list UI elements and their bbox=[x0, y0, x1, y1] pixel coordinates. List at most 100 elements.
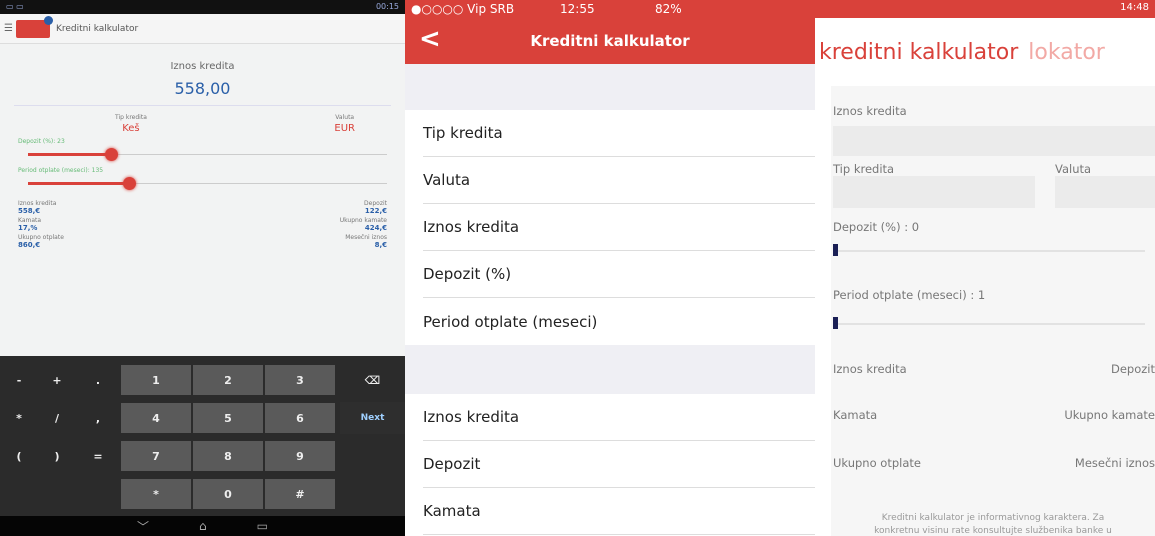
period-slider[interactable] bbox=[28, 176, 387, 190]
back-nav-icon[interactable]: ﹀ bbox=[137, 518, 149, 535]
app-bar: ☰ Kreditni kalkulator bbox=[0, 14, 405, 44]
windows-phone-screen: 14:48 kreditni kalkulator lokator Iznos … bbox=[815, 0, 1155, 536]
result-label: Iznos kredita bbox=[833, 362, 907, 376]
section-gap bbox=[405, 64, 815, 110]
list-item[interactable]: Depozit (%) bbox=[423, 251, 815, 298]
result-value: 8,€ bbox=[374, 241, 387, 249]
list-item: Kamata bbox=[423, 488, 815, 535]
keyboard-key[interactable]: * bbox=[0, 402, 38, 434]
period-slider-thumb[interactable] bbox=[833, 317, 838, 329]
list-item-label: Depozit bbox=[423, 455, 481, 473]
currency-label: Valuta bbox=[335, 114, 355, 121]
results-block: Iznos kredita 558,€ Depozit 122,€ Kamata 17… bbox=[0, 198, 405, 249]
amount-label: Iznos kredita bbox=[170, 61, 235, 72]
numeric-keyboard: - +. 1 2 3 ⌫ * /, 4 5 6 Next() = 7 8 9 * 0 # bbox=[0, 356, 405, 516]
notification-icons: ▭ ▭ bbox=[6, 2, 24, 11]
keyboard-key[interactable]: + bbox=[38, 364, 76, 396]
battery-label: 82% bbox=[655, 2, 682, 16]
result-label: Ukupno kamate bbox=[339, 217, 387, 224]
keyboard-key[interactable]: . bbox=[76, 364, 120, 396]
keyboard-key[interactable]: # bbox=[264, 478, 336, 510]
keyboard-key[interactable]: ( bbox=[0, 440, 38, 472]
loan-type-value: Keš bbox=[122, 123, 140, 134]
currency-select[interactable]: Valuta EUR bbox=[334, 114, 355, 134]
keyboard-key[interactable]: 8 bbox=[192, 440, 264, 472]
slider-fill bbox=[28, 182, 129, 185]
recents-nav-icon[interactable]: ▭ bbox=[257, 519, 268, 533]
keyboard-key[interactable]: / bbox=[38, 402, 76, 434]
list-item: Depozit bbox=[423, 441, 815, 488]
period-label: Period otplate (meseci) : 1 bbox=[833, 288, 986, 302]
status-bar: 14:48 bbox=[815, 0, 1155, 18]
android-screen: ▭ ▭ 00:15 ☰ Kreditni kalkulator Iznos kr… bbox=[0, 0, 405, 536]
period-slider[interactable] bbox=[833, 323, 1145, 325]
loan-type-select[interactable] bbox=[833, 176, 1035, 208]
carrier-label: ●○○○○ Vip SRB bbox=[411, 2, 515, 16]
list-item-label: Iznos kredita bbox=[423, 408, 520, 426]
currency-value: EUR bbox=[334, 123, 355, 134]
menu-icon[interactable]: ☰ bbox=[4, 23, 13, 34]
keyboard-key[interactable]: 5 bbox=[192, 402, 264, 434]
amount-input[interactable]: 558,00 bbox=[0, 79, 405, 98]
result-row: Kamata 17,% Ukupno kamate 424,€ bbox=[0, 215, 405, 232]
list-item[interactable]: Iznos kredita bbox=[423, 204, 815, 251]
keyboard-key[interactable]: 4 bbox=[120, 402, 192, 434]
list-item: Iznos kredita bbox=[423, 394, 815, 441]
slider-fill bbox=[28, 153, 111, 156]
type-currency-row: Tip kredita Keš Valuta EUR bbox=[0, 106, 405, 134]
keyboard-key[interactable]: - bbox=[0, 364, 38, 396]
keyboard-key[interactable]: 9 bbox=[264, 440, 336, 472]
status-time: 00:15 bbox=[375, 2, 399, 11]
period-label: Period otplate (meseci): 135 bbox=[18, 167, 104, 174]
result-value: 424,€ bbox=[364, 224, 387, 232]
slider-knob[interactable] bbox=[104, 148, 118, 161]
home-nav-icon[interactable]: ⌂ bbox=[199, 519, 207, 533]
result-value: 860,€ bbox=[18, 241, 41, 249]
backspace-key[interactable]: ⌫ bbox=[340, 364, 405, 396]
keyboard-key[interactable]: 0 bbox=[192, 478, 264, 510]
keyboard-key[interactable]: , bbox=[76, 402, 120, 434]
deposit-label: Depozit (%): 23 bbox=[18, 138, 65, 145]
keyboard-key[interactable]: 3 bbox=[264, 364, 336, 396]
keyboard-key bbox=[0, 478, 38, 510]
keyboard-key[interactable]: 1 bbox=[120, 364, 192, 396]
pivot-tab-lokator[interactable]: lokator bbox=[1028, 40, 1105, 65]
result-label: Depozit bbox=[1110, 362, 1155, 376]
app-title: Kreditni kalkulator bbox=[55, 23, 139, 34]
android-nav-bar: ﹀ ⌂ ▭ bbox=[0, 516, 405, 536]
deposit-slider[interactable] bbox=[833, 250, 1145, 252]
result-value: 558,€ bbox=[18, 207, 41, 215]
next-key[interactable]: Next bbox=[340, 402, 405, 434]
chevron-left-icon[interactable]: < bbox=[419, 24, 441, 54]
keyboard-key bbox=[38, 478, 76, 510]
status-bar: ▭ ▭ 00:15 bbox=[0, 0, 405, 14]
list-item[interactable]: Valuta bbox=[423, 157, 815, 204]
deposit-slider-thumb[interactable] bbox=[833, 244, 838, 256]
result-row: Iznos kredita 558,€ Depozit 122,€ bbox=[0, 198, 405, 215]
result-value: 17,% bbox=[18, 224, 38, 232]
result-row: Ukupno otplate 860,€ Mesečni iznos 8,€ bbox=[0, 232, 405, 249]
pivot-tab-kalkulator[interactable]: kreditni kalkulator bbox=[819, 40, 1018, 65]
result-label: Mesečni iznos bbox=[1074, 456, 1155, 470]
keyboard-key[interactable]: = bbox=[76, 440, 120, 472]
keyboard-key[interactable]: ) bbox=[38, 440, 76, 472]
list-item[interactable]: Tip kredita bbox=[423, 110, 815, 157]
result-label: Kamata bbox=[18, 217, 42, 224]
loan-type-select[interactable]: Tip kredita Keš bbox=[115, 114, 147, 134]
navigation-bar: < Kreditni kalkulator bbox=[405, 18, 815, 64]
list-item[interactable]: Period otplate (meseci) bbox=[423, 298, 815, 345]
result-label: Iznos kredita bbox=[18, 200, 57, 207]
status-time: 12:55 bbox=[560, 2, 595, 16]
loan-type-label: Tip kredita bbox=[833, 162, 895, 176]
currency-select[interactable] bbox=[1055, 176, 1155, 208]
keyboard-key[interactable]: 2 bbox=[192, 364, 264, 396]
slider-knob[interactable] bbox=[122, 177, 136, 190]
amount-input[interactable] bbox=[833, 126, 1155, 156]
app-logo bbox=[15, 15, 53, 38]
keyboard-key[interactable]: 7 bbox=[120, 440, 192, 472]
keyboard-key bbox=[340, 478, 405, 510]
amount-label: Iznos kredita bbox=[833, 104, 907, 118]
deposit-slider[interactable] bbox=[28, 147, 387, 161]
keyboard-key[interactable]: 6 bbox=[264, 402, 336, 434]
keyboard-key[interactable]: * bbox=[120, 478, 192, 510]
